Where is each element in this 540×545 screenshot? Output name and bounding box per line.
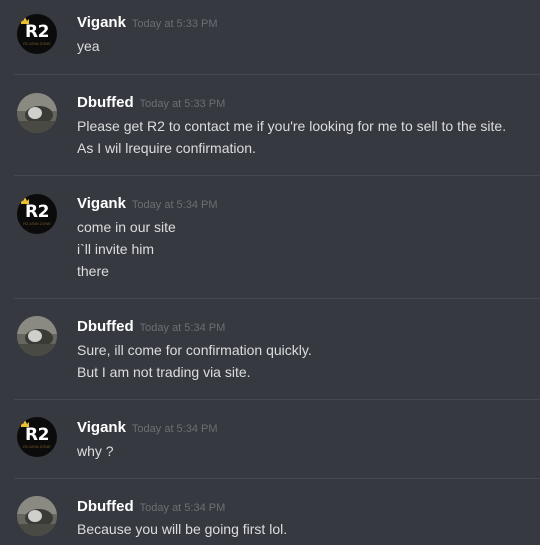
timestamp: Today at 5:34 PM: [139, 502, 226, 514]
message-divider: [14, 74, 540, 75]
avatar-photo-image: [17, 496, 57, 536]
message-text: yea: [77, 38, 100, 54]
username[interactable]: Vigank: [77, 14, 126, 31]
avatar-logo-text: R2: [25, 22, 49, 42]
message-divider: [14, 175, 540, 176]
username[interactable]: Vigank: [77, 419, 126, 436]
message-header: Dbuffed Today at 5:33 PM: [77, 94, 225, 111]
chat-message-list[interactable]: R2 R2 ASIN ZONE Vigank Today at 5:33 PM y…: [0, 0, 540, 545]
timestamp: Today at 5:33 PM: [139, 98, 226, 110]
username[interactable]: Dbuffed: [77, 498, 134, 515]
avatar-logo-text: R2: [25, 202, 49, 222]
message-text: there: [77, 263, 109, 279]
message-text: Because you will be going first lol.: [77, 521, 288, 537]
message-header: Dbuffed Today at 5:34 PM: [77, 498, 225, 515]
username[interactable]: Dbuffed: [77, 94, 134, 111]
username[interactable]: Vigank: [77, 195, 126, 212]
avatar[interactable]: [17, 496, 57, 536]
avatar[interactable]: R2 R2 ASIN ZONE: [17, 417, 57, 457]
avatar-logo-subtext: R2 ASIN ZONE: [23, 221, 51, 226]
message-text: why ?: [77, 443, 114, 459]
avatar[interactable]: R2 R2 ASIN ZONE: [17, 194, 57, 234]
message-header: Dbuffed Today at 5:34 PM: [77, 318, 225, 335]
message-header: Vigank Today at 5:33 PM: [77, 14, 218, 31]
timestamp: Today at 5:33 PM: [131, 18, 218, 30]
message-text: i`ll invite him: [77, 241, 155, 257]
avatar[interactable]: [17, 316, 57, 356]
timestamp: Today at 5:34 PM: [139, 322, 226, 334]
message-header: Vigank Today at 5:34 PM: [77, 419, 218, 436]
message-text: As I wil lrequire confirmation.: [77, 140, 256, 156]
message-text: But I am not trading via site.: [77, 364, 251, 380]
message-divider: [14, 478, 540, 479]
avatar-logo-text: R2: [25, 425, 49, 445]
message-divider: [14, 399, 540, 400]
message-divider: [14, 298, 540, 299]
avatar[interactable]: R2 R2 ASIN ZONE: [17, 14, 57, 54]
avatar[interactable]: [17, 93, 57, 133]
avatar-logo-subtext: R2 ASIN ZONE: [23, 41, 51, 46]
message-header: Vigank Today at 5:34 PM: [77, 195, 218, 212]
username[interactable]: Dbuffed: [77, 318, 134, 335]
message-text: Please get R2 to contact me if you're lo…: [77, 118, 507, 134]
message-text: Sure, ill come for confirmation quickly.: [77, 342, 312, 358]
avatar-photo-image: [17, 93, 57, 133]
timestamp: Today at 5:34 PM: [131, 423, 218, 435]
avatar-logo-subtext: R2 ASIN ZONE: [23, 444, 51, 449]
message-text: come in our site: [77, 219, 176, 235]
timestamp: Today at 5:34 PM: [131, 199, 218, 211]
avatar-photo-image: [17, 316, 57, 356]
